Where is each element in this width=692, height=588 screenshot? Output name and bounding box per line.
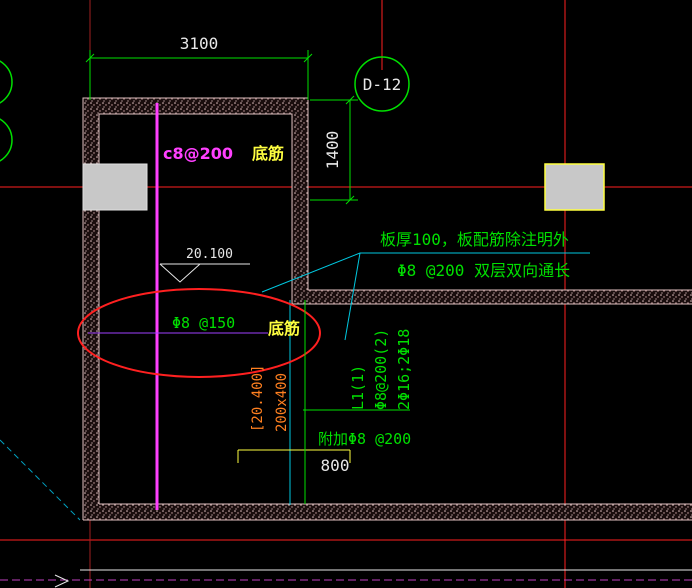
grid-bubble-left-top xyxy=(0,60,13,104)
dimension-top xyxy=(85,50,313,100)
wall-bottom xyxy=(83,504,692,520)
cad-drawing: D-12 3100 1400 c8@200 底筋 20.100 板厚100，板配… xyxy=(0,0,692,588)
bottom-rebar-label-top: 底筋 xyxy=(252,144,284,163)
beam-bars: 2Φ16;2Φ18 xyxy=(395,329,413,410)
cad-drawing-canvas: D-12 3100 1400 c8@200 底筋 20.100 板厚100，板配… xyxy=(0,0,692,588)
dimension-top-label: 3100 xyxy=(180,34,219,53)
wall-top xyxy=(83,98,308,114)
magenta-rebar-label: c8@200 xyxy=(163,144,233,163)
grid-bubble-left-bottom xyxy=(0,118,13,162)
column-left xyxy=(82,163,148,211)
dimension-right-label: 1400 xyxy=(323,131,342,170)
bottom-bar-label: Φ8 @150 xyxy=(172,314,235,332)
beam-size: 200x400 xyxy=(274,373,290,432)
elevation-label: 20.100 xyxy=(186,247,233,262)
beam-stirrup: Φ8@200(2) xyxy=(372,329,390,410)
wall-right-upper xyxy=(292,98,308,304)
slab-note-line1: 板厚100，板配筋除注明外 xyxy=(380,230,569,249)
grid-bubble-label: D-12 xyxy=(363,75,402,94)
slab-note-line2: Φ8 @200 双层双向通长 xyxy=(397,261,570,280)
beam-name: L1(1) xyxy=(349,365,367,410)
grid-bubbles-left xyxy=(0,60,13,162)
column-right xyxy=(544,163,605,211)
beam-elevation: [20.400] xyxy=(250,365,266,432)
bottom-rebar-label-oval: 底筋 xyxy=(268,319,300,338)
elevation-marker xyxy=(159,263,250,283)
additional-rebar-label: 附加Φ8 @200 xyxy=(318,430,411,448)
dimension-bottom-label: 800 xyxy=(321,456,350,475)
